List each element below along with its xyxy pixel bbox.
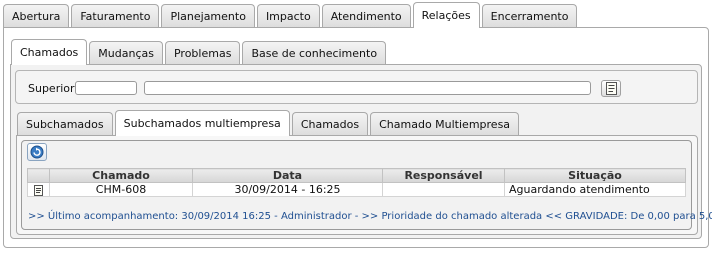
- tab-chamados[interactable]: Chamados: [11, 39, 88, 65]
- document-icon[interactable]: [34, 184, 43, 196]
- column-header-chamado: Chamado: [49, 168, 193, 183]
- superior-section: Superior :: [15, 70, 698, 104]
- row-open-cell[interactable]: [27, 182, 50, 197]
- tab-problemas[interactable]: Problemas: [164, 41, 241, 65]
- superior-code-input[interactable]: [75, 81, 137, 95]
- data-cell: 30/09/2014 - 16:25: [192, 182, 383, 197]
- tab-impacto[interactable]: Impacto: [256, 4, 320, 28]
- tab-encerramento[interactable]: Encerramento: [481, 4, 578, 28]
- tab-faturamento[interactable]: Faturamento: [71, 4, 160, 28]
- superior-description-input[interactable]: [144, 81, 591, 95]
- table-row[interactable]: CHM-608 30/09/2014 - 16:25 Aguardando at…: [27, 182, 686, 197]
- column-header-responsavel: Responsável: [382, 168, 505, 183]
- tab-planejamento[interactable]: Planejamento: [161, 4, 255, 28]
- responsavel-cell: [382, 182, 505, 197]
- column-header-icon: [27, 168, 50, 183]
- situacao-cell: Aguardando atendimento: [504, 182, 686, 197]
- tab-subchamados-multiempresa[interactable]: Subchamados multiempresa: [114, 110, 290, 136]
- tab-abertura[interactable]: Abertura: [3, 4, 70, 28]
- tab-chamados-inner[interactable]: Chamados: [291, 112, 369, 136]
- column-header-data: Data: [192, 168, 383, 183]
- subchamados-tabs: Subchamados Subchamados multiempresa Cha…: [17, 110, 521, 136]
- refresh-button[interactable]: [27, 143, 47, 161]
- tab-atendimento[interactable]: Atendimento: [321, 4, 411, 28]
- main-tabs: Abertura Faturamento Planejamento Impact…: [3, 2, 579, 28]
- last-followup-text: >> Último acompanhamento: 30/09/2014 16:…: [28, 211, 712, 222]
- column-header-situacao: Situação: [504, 168, 686, 183]
- tab-mudancas[interactable]: Mudanças: [89, 41, 163, 65]
- subchamados-multiempresa-panel: Chamado Data Responsável Situação CHM-60…: [16, 135, 712, 235]
- chamados-panel: Superior : Subchamados Subchamados multi…: [10, 64, 712, 239]
- grid-container: Chamado Data Responsável Situação CHM-60…: [21, 140, 712, 230]
- tab-chamado-multiempresa[interactable]: Chamado Multiempresa: [370, 112, 520, 136]
- chamado-cell: CHM-608: [49, 182, 193, 197]
- relations-subtabs: Chamados Mudanças Problemas Base de conh…: [11, 39, 388, 65]
- refresh-icon: [30, 145, 44, 159]
- superior-label: Superior :: [28, 82, 82, 95]
- document-list-icon: [605, 82, 617, 95]
- tab-base-conhecimento[interactable]: Base de conhecimento: [242, 41, 387, 65]
- tab-subchamados[interactable]: Subchamados: [17, 112, 113, 136]
- relacoes-panel: Chamados Mudanças Problemas Base de conh…: [3, 27, 712, 248]
- tab-relacoes[interactable]: Relações: [412, 2, 480, 28]
- subchamados-table: Chamado Data Responsável Situação CHM-60…: [27, 168, 686, 197]
- superior-picker-button[interactable]: [601, 80, 621, 97]
